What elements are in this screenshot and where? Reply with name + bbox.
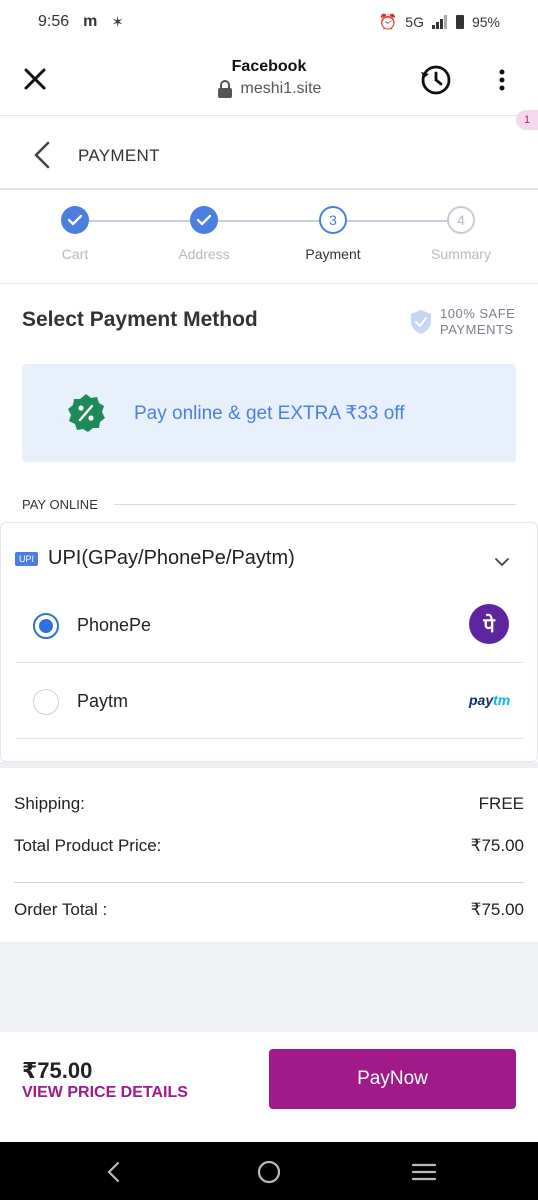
safe-payments-text: 100% SAFE PAYMENTS — [440, 306, 515, 338]
shipping-value: FREE — [478, 794, 524, 813]
back-arrow-icon[interactable] — [30, 140, 54, 170]
lock-icon — [217, 80, 232, 98]
step-label: Payment — [305, 246, 361, 262]
step-address: Address — [139, 206, 269, 262]
order-total-row: Order Total : ₹75.00 — [14, 900, 524, 920]
system-navigation-bar — [0, 1142, 538, 1200]
product-price-label: Total Product Price: — [14, 836, 162, 855]
option-label: Paytm — [77, 691, 129, 711]
upi-header[interactable]: UPI UPI(GPay/PhonePe/Paytm) — [15, 547, 295, 570]
step-label: Cart — [61, 246, 89, 262]
url-text: meshi1.site — [240, 80, 322, 97]
nav-home-icon[interactable] — [255, 1158, 283, 1186]
checkout-stepper: Cart Address 3 Payment 4 Summary — [0, 190, 538, 284]
shipping-row: Shipping: FREE — [14, 794, 524, 814]
section-title: Select Payment Method — [22, 308, 258, 331]
pay-now-button[interactable]: PayNow — [269, 1049, 516, 1109]
status-time: 9:56 — [38, 13, 70, 30]
order-total-label: Order Total : — [14, 900, 108, 919]
view-price-details-link[interactable]: VIEW PRICE DETAILS — [22, 1084, 188, 1102]
nav-back-icon[interactable] — [100, 1158, 128, 1186]
radio-selected[interactable] — [33, 613, 59, 639]
shipping-label: Shipping: — [14, 794, 85, 813]
page-title: PAYMENT — [78, 146, 160, 165]
safe-line-2: PAYMENTS — [440, 322, 514, 337]
upi-payment-card: UPI UPI(GPay/PhonePe/Paytm) PhonePe पे P… — [0, 522, 538, 762]
phonepe-logo-icon: पे — [469, 604, 509, 644]
step-summary: 4 Summary — [396, 206, 526, 262]
more-options-icon[interactable] — [492, 66, 512, 96]
summary-divider — [14, 882, 524, 883]
checkout-bottom-bar: ₹75.00 VIEW PRICE DETAILS PayNow — [0, 1032, 538, 1142]
browser-toolbar: Facebook meshi1.site — [0, 44, 538, 116]
alarm-icon: ⏰ — [378, 14, 398, 31]
online-offer-banner: Pay online & get EXTRA ₹33 off — [22, 364, 516, 462]
status-bar: 9:56 m ✶ ⏰ 5G 95% — [0, 0, 538, 44]
step-label: Summary — [431, 246, 491, 262]
payment-option-phonepe[interactable]: PhonePe पे — [15, 587, 523, 663]
network-type: 5G — [405, 14, 424, 30]
history-icon[interactable] — [418, 62, 454, 98]
price-summary: Shipping: FREE Total Product Price: ₹75.… — [0, 768, 538, 942]
order-total-value: ₹75.00 — [470, 900, 524, 919]
status-right: ⏰ 5G 95% — [379, 13, 500, 31]
radio-unselected[interactable] — [33, 689, 59, 715]
safe-payments-badge: 100% SAFE PAYMENTS — [410, 306, 515, 338]
notification-icon: ✶ — [111, 14, 124, 31]
option-label: PhonePe — [77, 615, 152, 635]
step-cart: Cart — [10, 206, 140, 262]
battery-level: 95% — [471, 14, 500, 30]
step-label: Address — [178, 246, 230, 262]
step-number: 4 — [447, 206, 475, 234]
step-number: 3 — [319, 206, 347, 234]
pay-online-divider: PAY ONLINE — [22, 497, 516, 512]
browser-url[interactable]: meshi1.site — [217, 80, 322, 98]
page-title-area: Facebook meshi1.site — [0, 58, 538, 103]
paytm-logo-pay: pay — [469, 692, 494, 708]
divider-line — [113, 504, 516, 505]
paytm-logo-tm: tm — [493, 692, 511, 708]
offer-text: Pay online & get EXTRA ₹33 off — [134, 402, 405, 424]
signal-icon — [431, 15, 447, 29]
payment-option-paytm[interactable]: Paytm paytm — [15, 663, 523, 739]
upi-logo-icon: UPI — [15, 551, 39, 566]
discount-badge-icon — [68, 394, 105, 432]
status-left: 9:56 m ✶ — [38, 13, 124, 31]
browser-title: Facebook — [231, 58, 307, 75]
bottom-price: ₹75.00 — [22, 1058, 93, 1083]
nav-recents-icon[interactable] — [410, 1158, 438, 1186]
shield-check-icon — [411, 310, 431, 334]
payment-header: PAYMENT — [0, 116, 538, 190]
pay-online-label: PAY ONLINE — [22, 497, 98, 512]
battery-icon — [455, 15, 464, 29]
check-icon — [61, 206, 89, 234]
step-payment: 3 Payment — [268, 206, 398, 262]
upi-title: UPI(GPay/PhonePe/Paytm) — [48, 547, 295, 569]
paytm-logo-icon: paytm — [469, 692, 510, 708]
chevron-down-icon[interactable] — [493, 553, 511, 571]
app-notification-icon: m — [83, 13, 98, 30]
safe-line-1: 100% SAFE — [440, 306, 516, 321]
product-price-value: ₹75.00 — [470, 836, 524, 855]
check-icon — [190, 206, 218, 234]
product-price-row: Total Product Price: ₹75.00 — [14, 836, 524, 856]
